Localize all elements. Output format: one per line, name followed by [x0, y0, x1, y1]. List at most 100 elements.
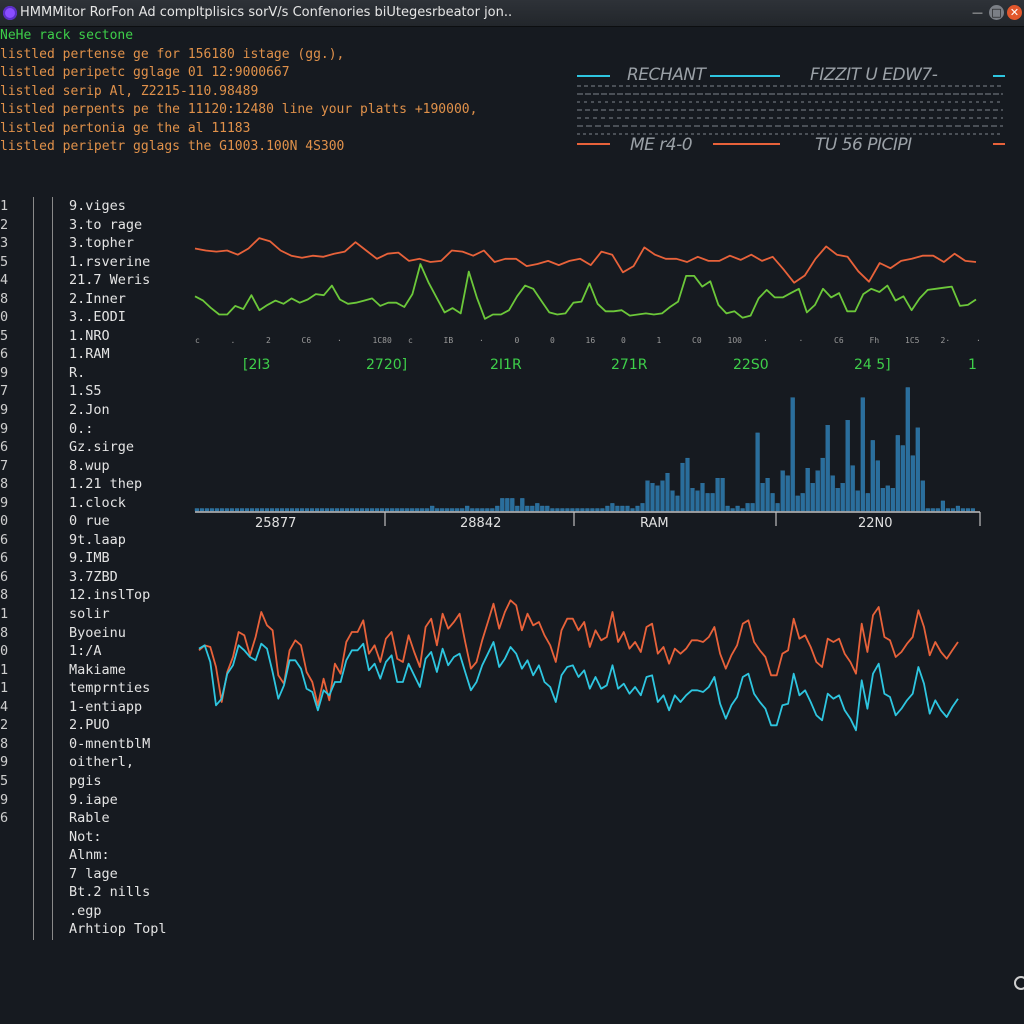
bar	[279, 508, 285, 512]
bar	[680, 462, 685, 512]
bar	[380, 508, 385, 512]
mid-label: 24 5]	[854, 357, 891, 373]
bar	[885, 485, 890, 512]
bar-chart: 25877 28842 RAM 22N0	[194, 387, 981, 531]
bar	[685, 457, 690, 512]
bar	[475, 508, 480, 512]
bar	[735, 505, 740, 512]
bar	[625, 505, 630, 512]
mid-label: [2I3	[243, 357, 270, 373]
bar	[840, 483, 845, 512]
axis-tick: 1C80	[373, 336, 392, 345]
bar	[710, 493, 715, 512]
bar	[935, 508, 940, 512]
bar	[505, 498, 510, 512]
bar	[234, 508, 240, 512]
line-chart-bottom	[198, 599, 959, 732]
line-chart-top	[194, 237, 977, 320]
bar	[410, 508, 415, 512]
bar	[675, 495, 680, 512]
bar	[340, 508, 345, 512]
bar	[239, 508, 245, 512]
bar	[274, 508, 280, 512]
axis-tick: 0	[515, 336, 520, 345]
bar	[390, 508, 395, 512]
bar	[570, 508, 575, 512]
bar	[294, 508, 300, 512]
bar	[375, 508, 380, 512]
bar	[670, 490, 675, 512]
mid-labels: [2I3 2720] 2I1R 271R 22S0 24 5] 1	[243, 357, 977, 373]
bar	[395, 508, 400, 512]
bar	[350, 508, 355, 512]
bar	[705, 493, 710, 512]
bar	[480, 508, 485, 512]
bar	[495, 505, 500, 512]
bar	[910, 455, 915, 512]
bar	[214, 508, 219, 512]
bar	[890, 488, 895, 512]
mid-label: 2I1R	[490, 357, 522, 373]
bar	[830, 475, 835, 512]
axis-tick: ·	[479, 336, 484, 345]
bar	[269, 508, 275, 512]
axis-tick: 16	[586, 336, 596, 345]
bar-axis-label: 22N0	[858, 516, 893, 531]
axis-tick: ·	[763, 336, 768, 345]
bar	[695, 490, 700, 512]
bar	[415, 508, 420, 512]
bar	[360, 508, 365, 512]
bar	[224, 508, 229, 512]
bar	[690, 488, 695, 512]
axis-tick: C6	[302, 336, 312, 345]
bar	[485, 508, 490, 512]
bar	[955, 505, 960, 512]
bar	[460, 508, 465, 512]
axis-tick: 0	[621, 336, 626, 345]
axis-tick: ·	[337, 336, 342, 345]
bar	[620, 505, 625, 512]
bar	[960, 508, 965, 512]
bar	[400, 508, 405, 512]
bar	[595, 508, 600, 512]
bar	[760, 483, 765, 512]
bar	[510, 498, 515, 512]
bar	[920, 480, 925, 512]
bar-axis-label: 28842	[460, 516, 501, 531]
bar	[209, 508, 214, 512]
bar	[730, 508, 735, 512]
bar	[490, 508, 495, 512]
axis-tick: ·	[799, 336, 804, 345]
bar	[650, 483, 655, 512]
bar	[875, 460, 880, 512]
bar	[855, 490, 860, 512]
bar	[800, 493, 805, 512]
bar	[204, 508, 209, 512]
bar	[940, 500, 945, 512]
bar	[525, 505, 530, 512]
bar	[755, 432, 760, 512]
line-chart-ticks: c. 2 C6 · 1C80 c IB · 0 0 16 0 1 C0 1O0 · · C6 Fh 1C5 2· ·	[195, 336, 981, 345]
bar	[860, 397, 865, 512]
bar	[335, 508, 340, 512]
bar	[585, 508, 590, 512]
bar	[835, 488, 840, 512]
bar	[560, 508, 565, 512]
bar	[770, 493, 775, 512]
axis-tick: .	[231, 336, 236, 345]
bar	[550, 508, 555, 512]
bar	[580, 508, 585, 512]
bar	[870, 440, 875, 512]
axis-tick: 1	[657, 336, 662, 345]
mid-label: 22S0	[733, 357, 769, 373]
bar	[450, 508, 455, 512]
mid-label: 2720]	[366, 357, 407, 373]
bar	[465, 505, 470, 512]
bar	[965, 508, 970, 512]
bar	[435, 508, 440, 512]
bar	[845, 420, 850, 512]
bar	[370, 508, 375, 512]
bar	[810, 483, 815, 512]
bar	[254, 508, 260, 512]
bar	[345, 508, 350, 512]
